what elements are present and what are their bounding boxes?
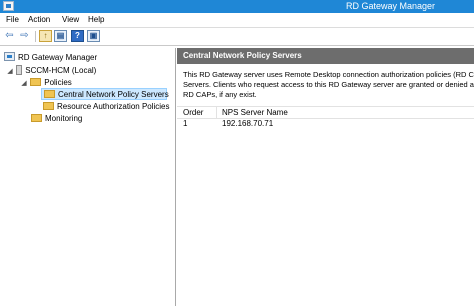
menu-file[interactable]: File (6, 15, 19, 24)
menu-bar: File Action View Help (0, 13, 474, 28)
description-line: RD CAPs, if any exist. (183, 90, 257, 99)
description-line: Servers. Clients who request access to t… (183, 80, 474, 89)
tree-item-monitoring[interactable]: Monitoring (31, 113, 82, 124)
forward-arrow-icon[interactable]: ⇨ (18, 30, 31, 42)
tree-label: Monitoring (45, 114, 83, 123)
help-icon[interactable]: ? (71, 30, 84, 42)
table-row[interactable]: 1 192.168.70.71 (177, 118, 474, 129)
tree-item-rd-gateway-manager[interactable]: RD Gateway Manager (4, 52, 97, 63)
tree-label: Policies (44, 78, 72, 87)
column-divider[interactable] (216, 107, 217, 118)
column-header-nps-server-name[interactable]: NPS Server Name (222, 108, 288, 117)
show-hide-tree-icon[interactable]: ▤ (54, 30, 67, 42)
up-folder-icon[interactable]: ↑ (39, 30, 52, 42)
expanded-arrow-icon[interactable]: ◢ (20, 78, 28, 89)
back-arrow-icon[interactable]: ⇦ (3, 30, 16, 42)
tree-label: Central Network Policy Servers (58, 90, 169, 99)
column-header-order[interactable]: Order (183, 108, 203, 117)
tree-label: SCCM-HCM (Local) (25, 66, 97, 75)
app-icon (3, 1, 14, 11)
tree-item-server[interactable]: ◢ SCCM-HCM (Local) (6, 64, 97, 77)
menu-action[interactable]: Action (28, 15, 50, 24)
tree-item-resource-policies[interactable]: Resource Authorization Policies (43, 101, 170, 112)
details-pane: Central Network Policy Servers This RD G… (177, 48, 474, 306)
folder-icon (30, 77, 42, 86)
panel-description: This RD Gateway server uses Remote Deskt… (183, 70, 474, 100)
toolbar: ⇦ ⇨ ↑ ▤ ? ▣ (0, 28, 474, 46)
rd-gateway-manager-icon (4, 52, 15, 62)
toolbar-separator (35, 31, 36, 42)
properties-icon[interactable]: ▣ (87, 30, 100, 42)
row-order: 1 (183, 119, 188, 128)
menu-help[interactable]: Help (88, 15, 104, 24)
title-bar: RD Gateway Manager (0, 0, 474, 13)
row-nps-server-name: 192.168.70.71 (222, 119, 274, 128)
tree-item-central-nps[interactable]: Central Network Policy Servers (41, 88, 169, 100)
tree-label: RD Gateway Manager (18, 53, 98, 62)
tree-label: Resource Authorization Policies (57, 102, 170, 111)
panel-title: Central Network Policy Servers (183, 51, 302, 60)
description-line: This RD Gateway server uses Remote Deskt… (183, 70, 474, 79)
menu-view[interactable]: View (62, 15, 79, 24)
folder-icon (44, 89, 55, 98)
folder-icon (43, 101, 54, 110)
console-tree: RD Gateway Manager ◢ SCCM-HCM (Local) ◢ … (0, 48, 176, 306)
server-icon (16, 64, 23, 75)
tree-item-policies[interactable]: ◢ Policies (20, 77, 72, 88)
window-title: RD Gateway Manager (346, 1, 436, 11)
panel-header: Central Network Policy Servers (177, 48, 474, 64)
expanded-arrow-icon[interactable]: ◢ (6, 66, 14, 77)
folder-icon (31, 113, 42, 122)
